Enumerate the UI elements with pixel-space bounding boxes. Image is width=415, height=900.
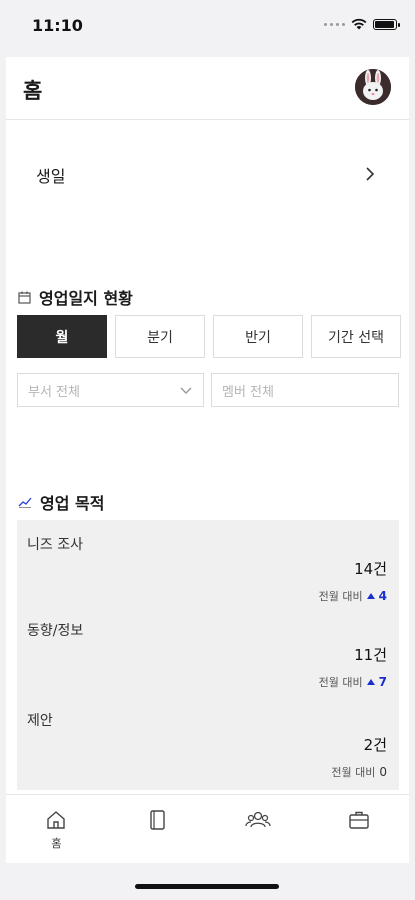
tab-logbook[interactable] bbox=[107, 795, 208, 864]
sales-goal-card: 니즈 조사 14건 전월 대비 4 동향/정보 11건 전월 대비 7 제안 2… bbox=[17, 520, 399, 790]
department-select[interactable]: 부서 전체 bbox=[17, 373, 204, 407]
goal-item-label: 동향/정보 bbox=[27, 623, 84, 639]
app-screen: 홈 생일 영업일지 현황 월 분기 반기 기간 선택 부서 전체 멤버 전체 영… bbox=[6, 57, 409, 863]
briefcase-icon bbox=[348, 811, 369, 829]
page-title: 홈 bbox=[23, 79, 43, 103]
compare-delta: 4 bbox=[378, 589, 387, 603]
compare-delta: 7 bbox=[378, 675, 387, 689]
member-search-input[interactable]: 멤버 전체 bbox=[211, 373, 399, 407]
goal-item-compare: 전월 대비 4 bbox=[319, 588, 387, 604]
header: 홈 bbox=[6, 57, 409, 120]
period-half-year-button[interactable]: 반기 bbox=[213, 315, 303, 358]
home-indicator bbox=[135, 884, 279, 889]
period-quarter-button[interactable]: 분기 bbox=[115, 315, 205, 358]
trend-up-icon bbox=[366, 679, 375, 685]
goal-item-value: 2건 bbox=[363, 736, 387, 754]
rabbit-avatar-icon bbox=[355, 69, 391, 105]
notebook-icon bbox=[150, 810, 165, 830]
goal-item-label: 제안 bbox=[27, 713, 53, 729]
sales-log-title: 영업일지 현황 bbox=[18, 285, 133, 309]
trend-up-icon bbox=[366, 593, 375, 599]
birthday-row[interactable]: 생일 bbox=[6, 153, 409, 197]
avatar[interactable] bbox=[355, 69, 391, 105]
calendar-icon bbox=[18, 291, 31, 304]
goal-item-compare: 전월 대비 0 bbox=[331, 764, 387, 780]
tab-home[interactable]: 홈 bbox=[6, 795, 107, 864]
goal-item-compare: 전월 대비 7 bbox=[319, 674, 387, 690]
tab-business[interactable] bbox=[308, 795, 409, 864]
group-icon bbox=[245, 811, 271, 828]
period-custom-button[interactable]: 기간 선택 bbox=[311, 315, 401, 358]
chevron-down-icon bbox=[180, 387, 192, 394]
status-bar: 11:10 bbox=[0, 0, 415, 52]
wifi-icon bbox=[351, 18, 367, 30]
home-icon bbox=[47, 811, 66, 829]
compare-label: 전월 대비 bbox=[318, 676, 363, 689]
period-month-button[interactable]: 월 bbox=[17, 315, 107, 358]
compare-label: 전월 대비 bbox=[331, 766, 376, 779]
department-select-placeholder: 부서 전체 bbox=[28, 384, 80, 400]
goal-item-value: 14건 bbox=[354, 560, 387, 578]
birthday-label: 생일 bbox=[36, 167, 66, 186]
member-search-placeholder: 멤버 전체 bbox=[222, 384, 274, 400]
chevron-right-icon bbox=[366, 167, 375, 181]
status-icons bbox=[324, 18, 400, 30]
cellular-signal-icon bbox=[324, 22, 345, 26]
trend-chart-icon bbox=[18, 497, 32, 508]
compare-label: 전월 대비 bbox=[318, 590, 363, 603]
tab-people[interactable] bbox=[208, 795, 309, 864]
bottom-tab-bar: 홈 bbox=[6, 794, 409, 864]
status-time: 11:10 bbox=[32, 16, 83, 35]
compare-delta-neutral: 0 bbox=[379, 765, 387, 779]
period-selector: 월 분기 반기 기간 선택 bbox=[17, 315, 401, 358]
goal-item-value: 11건 bbox=[354, 646, 387, 664]
goal-item-label: 니즈 조사 bbox=[27, 537, 83, 553]
battery-icon bbox=[373, 18, 400, 30]
sales-goal-title: 영업 목적 bbox=[18, 490, 104, 514]
sales-log-title-text: 영업일지 현황 bbox=[39, 289, 133, 308]
tab-home-label: 홈 bbox=[51, 837, 62, 850]
sales-goal-title-text: 영업 목적 bbox=[40, 494, 105, 513]
